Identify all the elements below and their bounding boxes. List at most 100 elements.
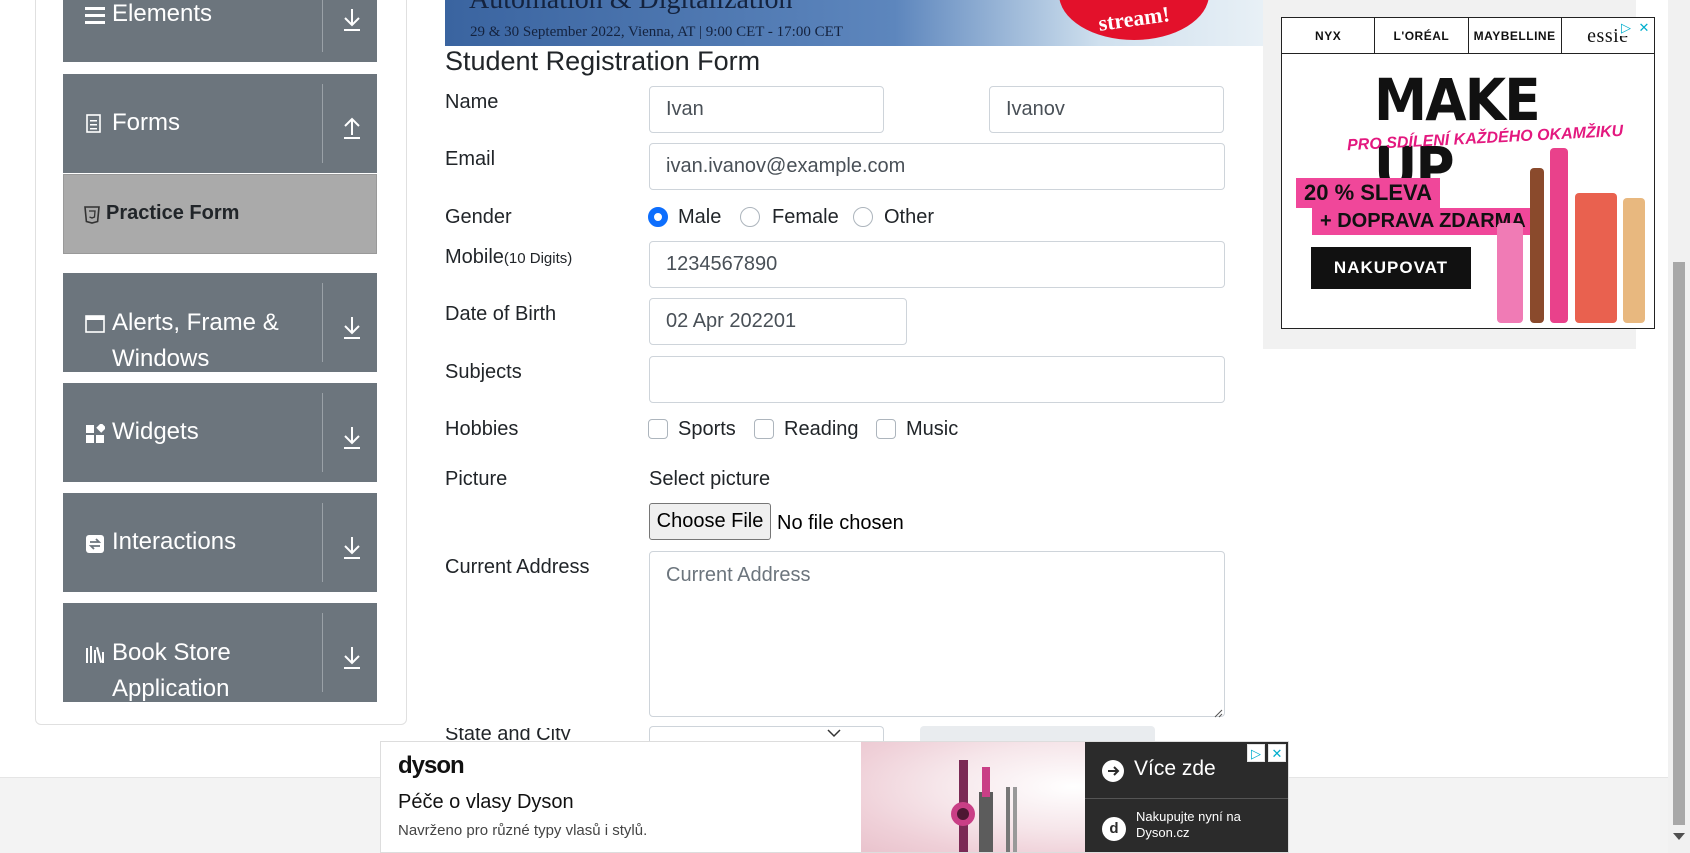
html5-icon — [84, 206, 100, 224]
arrow-right-icon — [1102, 760, 1124, 782]
hamburger-icon — [85, 5, 105, 25]
gender-option-label[interactable]: Male — [678, 206, 721, 229]
ad-subheadline: Navrženo pro různé typy vlasů i stylů. — [398, 822, 648, 839]
dob-label: Date of Birth — [445, 303, 557, 325]
gender-label: Gender — [445, 206, 512, 228]
last-name-input[interactable]: Ivanov — [989, 86, 1224, 133]
date-of-birth-input[interactable]: 02 Apr 202201 — [649, 298, 907, 345]
sidebar-group-book-store[interactable]: Book Store Application — [63, 603, 377, 702]
close-icon[interactable]: ✕ — [1268, 744, 1286, 762]
sidebar-group-label: Alerts, Frame & Windows — [112, 309, 279, 372]
sidebar-group-forms[interactable]: Forms — [63, 74, 377, 173]
hobby-music-checkbox[interactable] — [876, 419, 896, 439]
download-arrow-icon[interactable] — [341, 535, 363, 561]
dyson-logo: dyson — [398, 752, 465, 779]
download-arrow-icon[interactable] — [341, 425, 363, 451]
hobbies-label: Hobbies — [445, 418, 519, 440]
sidebar-group-widgets[interactable]: Widgets — [63, 383, 377, 482]
choose-file-button[interactable]: Choose File — [649, 503, 771, 540]
picture-label: Picture — [445, 468, 508, 490]
sidebar-group-elements[interactable]: Elements — [63, 0, 377, 62]
shop-now-button[interactable]: NAKUPOVAT — [1311, 247, 1471, 289]
mobile-input[interactable]: 1234567890 — [649, 241, 1225, 288]
sidebar-item-practice-form[interactable]: Practice Form — [63, 174, 377, 254]
download-arrow-icon[interactable] — [341, 315, 363, 341]
current-address-textarea[interactable]: Current Address — [649, 551, 1225, 717]
shop-link[interactable]: d Nakupujte nyní na Dyson.cz — [1085, 799, 1288, 852]
banner-headline: Automation & Digitalization — [469, 0, 793, 16]
brand-logo: NYX — [1282, 18, 1376, 53]
current-address-label: Current Address — [445, 556, 590, 578]
scroll-down-icon[interactable] — [1673, 833, 1685, 840]
mascara-image — [1575, 193, 1617, 323]
sidebar-group-label: Interactions — [112, 528, 237, 555]
mobile-hint: (10 Digits) — [503, 250, 573, 267]
cta-label: Více zde — [1134, 757, 1216, 780]
gender-option-label[interactable]: Female — [772, 206, 839, 229]
download-arrow-icon[interactable] — [341, 645, 363, 671]
interactions-icon — [85, 534, 105, 554]
name-label: Name — [445, 91, 499, 113]
page-title: Student Registration Form — [445, 46, 761, 76]
subjects-input[interactable] — [649, 356, 1225, 403]
sidebar-group-alerts[interactable]: Alerts, Frame & Windows — [63, 273, 377, 372]
dyson-icon: d — [1102, 817, 1126, 841]
nail-polish-image — [1497, 223, 1523, 323]
ad-badges: ▷ ✕ — [1247, 744, 1286, 762]
ad-promo: 20 % SLEVA — [1296, 178, 1440, 208]
hobby-option-label[interactable]: Sports — [678, 418, 736, 441]
mascara-image — [1530, 168, 1544, 323]
resize-grip-icon[interactable] — [1213, 705, 1223, 718]
select-picture-label: Select picture — [649, 468, 771, 490]
divider — [322, 84, 323, 163]
upload-arrow-icon[interactable] — [341, 115, 363, 141]
sidebar-group-label: Forms — [112, 109, 180, 136]
hobby-option-label[interactable]: Reading — [784, 418, 859, 441]
ad-badges: ▷ ✕ — [1618, 20, 1652, 36]
form-icon — [85, 114, 105, 134]
subjects-label: Subjects — [445, 361, 522, 383]
divider — [322, 0, 323, 52]
lipstick-image — [1550, 148, 1568, 323]
adchoices-icon[interactable]: ▷ — [1618, 20, 1634, 36]
sidebar-group-interactions[interactable]: Interactions — [63, 493, 377, 592]
mobile-label: Mobile(10 Digits) — [445, 246, 573, 268]
close-icon[interactable]: ✕ — [1636, 20, 1652, 36]
gender-female-radio[interactable] — [740, 207, 760, 227]
makeup-ad[interactable]: NYX L'ORÉAL MAYBELLINE essie ▷ ✕ MAKE UP… — [1281, 17, 1655, 329]
hobby-reading-checkbox[interactable] — [754, 419, 774, 439]
brand-logo: L'ORÉAL — [1375, 18, 1469, 53]
brand-row: NYX L'ORÉAL MAYBELLINE essie — [1282, 18, 1654, 54]
divider — [322, 283, 323, 362]
email-input[interactable]: ivan.ivanov@example.com — [649, 143, 1225, 190]
window-icon — [85, 315, 105, 335]
state-city-label: State and City — [445, 728, 571, 740]
library-icon — [85, 644, 105, 664]
email-label: Email — [445, 148, 496, 170]
banner-subline: 29 & 30 September 2022, Vienna, AT | 9:0… — [470, 24, 843, 40]
hobby-sports-checkbox[interactable] — [648, 419, 668, 439]
dyson-ad[interactable]: dyson Péče o vlasy Dyson Navrženo pro rů… — [380, 741, 1289, 853]
brand-logo: MAYBELLINE — [1469, 18, 1562, 53]
hobby-option-label[interactable]: Music — [906, 418, 958, 441]
sidebar-group-label: Book Store Application — [112, 639, 231, 702]
gender-male-radio[interactable] — [648, 207, 668, 227]
scrollbar-thumb[interactable] — [1673, 262, 1685, 825]
sidebar-group-label: Widgets — [112, 418, 199, 445]
download-arrow-icon[interactable] — [341, 7, 363, 33]
gender-option-label[interactable]: Other — [884, 206, 934, 229]
banner-badge: stream! — [1059, 0, 1209, 40]
divider — [322, 393, 323, 472]
sidebar-item-label: Practice Form — [106, 202, 240, 224]
adchoices-icon[interactable]: ▷ — [1247, 744, 1265, 762]
top-banner-ad[interactable]: Automation & Digitalization 29 & 30 Sept… — [445, 0, 1263, 46]
first-name-input[interactable]: Ivan — [649, 86, 884, 133]
divider — [322, 503, 323, 582]
file-status-text: No file chosen — [777, 512, 904, 534]
concealer-image — [1623, 198, 1645, 323]
widgets-icon — [85, 422, 107, 444]
sidebar-group-label: Elements — [112, 0, 213, 27]
ad-headline: Péče o vlasy Dyson — [398, 791, 574, 813]
vertical-scrollbar[interactable] — [1668, 0, 1690, 853]
gender-other-radio[interactable] — [853, 207, 873, 227]
